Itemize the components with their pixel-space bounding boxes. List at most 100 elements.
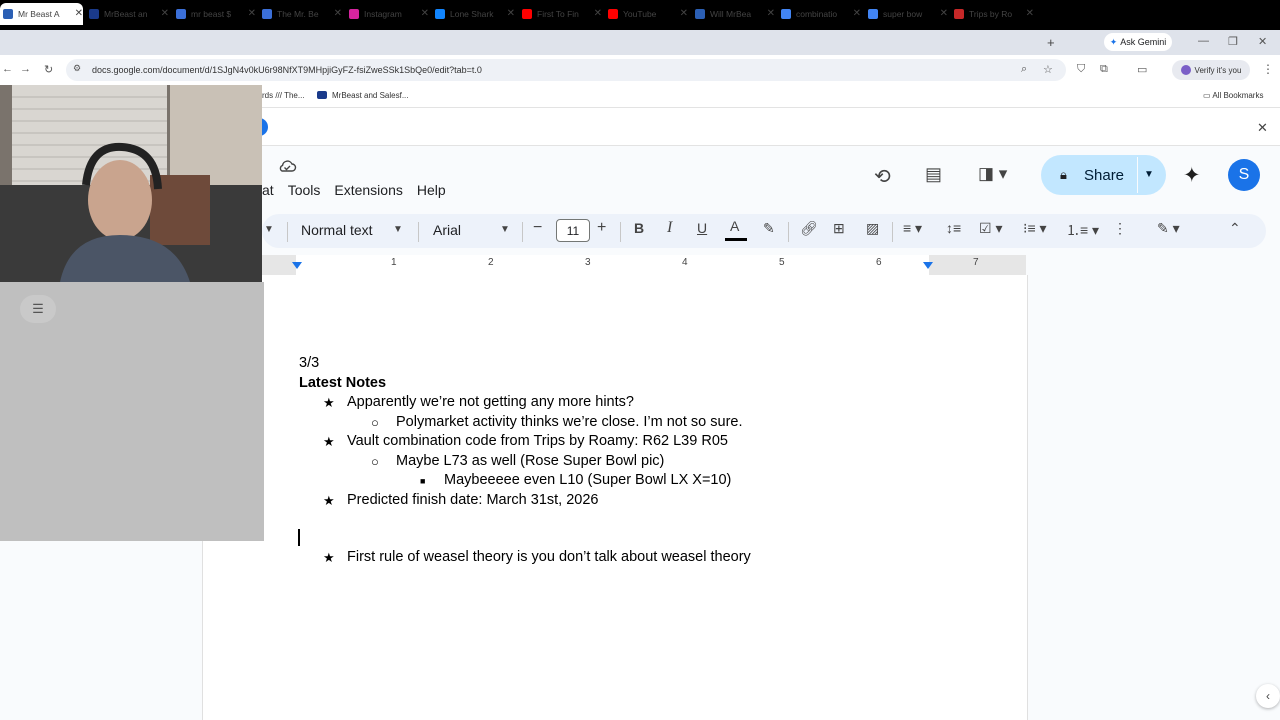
browser-tab[interactable]: MrBeast an ✕ [86,3,169,25]
browser-tab[interactable]: combinatio ✕ [778,3,861,25]
italic-icon[interactable]: I [667,219,672,237]
webcam-overlay [0,85,262,282]
line-spacing-icon[interactable]: ↕≡ [946,220,961,236]
doc-date[interactable]: 3/3 [299,355,319,371]
browser-tab[interactable]: The Mr. Be ✕ [259,3,342,25]
extensions-icon[interactable]: ⧉ [1100,63,1108,76]
close-tab-icon[interactable]: ✕ [853,8,861,19]
ask-gemini-button[interactable]: ✦ Ask Gemini [1104,33,1172,51]
gemini-spark-icon[interactable]: ✦ [1183,163,1201,188]
tab-favicon-icon [435,9,445,19]
insert-image-icon[interactable]: ▨ [866,220,879,237]
bookmark-star-icon[interactable]: ☆ [1043,63,1053,76]
doc-heading[interactable]: Latest Notes [299,375,386,391]
browser-menu-icon[interactable]: ⋮ [1262,62,1274,76]
meet-icon[interactable]: ◨ ▾ [978,164,1007,184]
list-item[interactable]: Predicted finish date: March 31st, 2026 [347,492,598,508]
toolbar-divider [522,222,523,242]
browser-tab[interactable]: mr beast $ ✕ [173,3,256,25]
zoom-icon[interactable]: ⌕ [1021,63,1027,76]
close-tab-icon[interactable]: ✕ [248,8,256,19]
bookmark-item[interactable]: MrBeast and Salesf... [332,91,408,100]
list-item[interactable]: Apparently we’re not getting any more hi… [347,394,634,410]
ruler[interactable] [262,255,1026,276]
browser-tab[interactable]: super bow ✕ [865,3,948,25]
bulleted-list-icon[interactable]: ⁝≡ ▾ [1023,220,1047,237]
document-outline-icon[interactable]: ☰ [20,295,56,323]
new-tab-button[interactable]: + [1047,35,1055,50]
numbered-list-icon[interactable]: ⒈≡ ▾ [1066,220,1099,240]
close-window-icon[interactable]: ✕ [1258,35,1267,48]
browser-tab[interactable]: First To Fin ✕ [519,3,602,25]
close-tab-icon[interactable]: ✕ [421,8,429,19]
side-panel-toggle-icon[interactable]: ‹ [1256,684,1280,708]
close-tab-icon[interactable]: ✕ [161,8,169,19]
underline-icon[interactable]: U [697,220,707,236]
close-tab-icon[interactable]: ✕ [594,8,602,19]
dropdown-caret-icon[interactable]: ▼ [264,224,274,235]
close-tab-icon[interactable]: ✕ [75,8,83,19]
font-select[interactable]: Arial [433,222,461,238]
left-indent-marker[interactable] [292,262,302,269]
paragraph-style-select[interactable]: Normal text [301,222,373,238]
menu-extensions[interactable]: Extensions [334,182,402,198]
list-item[interactable]: Vault combination code from Trips by Roa… [347,433,728,449]
all-bookmarks-button[interactable]: ▭ All Bookmarks [1203,91,1263,100]
browser-tab[interactable]: Mr Beast A ✕ [0,3,83,25]
list-item[interactable]: Maybe L73 as well (Rose Super Bowl pic) [396,453,664,469]
forward-icon[interactable]: → [20,63,31,75]
close-tab-icon[interactable]: ✕ [1026,8,1034,19]
list-item[interactable]: Maybeeeee even L10 (Super Bowl LX X=10) [444,472,731,488]
site-info-icon[interactable]: ⚙ [73,63,81,74]
list-item[interactable]: First rule of weasel theory is you don’t… [347,549,751,565]
font-caret-icon[interactable]: ▼ [500,224,510,235]
comments-icon[interactable]: ▤ [925,164,942,185]
link-icon[interactable]: 🔗︎ [800,220,818,237]
highlight-icon[interactable]: ✎ [763,220,775,237]
right-indent-marker[interactable] [923,262,933,269]
font-size-input[interactable]: 11 [556,219,590,242]
bold-icon[interactable]: B [634,220,644,236]
side-panel-icon[interactable]: ▭ [1137,63,1147,76]
shield-icon[interactable]: ⛉ [1077,63,1085,76]
toolbar-divider [620,222,621,242]
decrease-font-size-icon[interactable]: − [533,219,542,237]
add-comment-icon[interactable]: ⊞ [833,220,845,237]
menu-help[interactable]: Help [417,182,446,198]
reload-icon[interactable]: ↻ [44,63,53,76]
version-history-icon[interactable]: ⟲ [874,164,891,189]
text-color-icon[interactable]: A [730,218,739,234]
minimize-icon[interactable]: — [1198,35,1209,47]
editing-mode-icon[interactable]: ✎ ▾ [1157,220,1180,237]
share-dropdown-icon[interactable]: ▼ [1144,169,1154,180]
more-options-icon[interactable]: ⋮ [1113,220,1127,237]
menu-format[interactable]: at [262,182,274,198]
url-text[interactable]: docs.google.com/document/d/1SJgN4v0kU6r9… [92,65,482,75]
ruler-margin-left [262,255,296,275]
browser-tab[interactable]: Will MrBea ✕ [692,3,775,25]
collapse-menus-icon[interactable]: ⌃ [1229,220,1241,237]
menu-tools[interactable]: Tools [288,182,321,198]
browser-tab[interactable]: Trips by Ro ✕ [951,3,1034,25]
maximize-icon[interactable]: ❐ [1228,35,1238,48]
browser-tab[interactable]: Lone Shark ✕ [432,3,515,25]
increase-font-size-icon[interactable]: + [597,219,606,237]
close-tab-icon[interactable]: ✕ [940,8,948,19]
bookmark-item[interactable]: rds /// The... [262,91,305,100]
close-tab-icon[interactable]: ✕ [767,8,775,19]
browser-tab[interactable]: YouTube ✕ [605,3,688,25]
ask-gemini-label: Ask Gemini [1120,37,1167,47]
account-avatar[interactable]: S [1228,159,1260,191]
list-bullet: ★ [323,434,335,449]
close-tab-icon[interactable]: ✕ [680,8,688,19]
checklist-icon[interactable]: ☑ ▾ [979,220,1002,237]
style-caret-icon[interactable]: ▼ [393,224,403,235]
close-tab-icon[interactable]: ✕ [334,8,342,19]
back-icon[interactable]: ← [2,63,13,75]
close-tab-icon[interactable]: ✕ [507,8,515,19]
list-item[interactable]: Polymarket activity thinks we’re close. … [396,414,743,430]
verify-profile-button[interactable]: Verify it's you [1172,60,1250,80]
browser-tab[interactable]: Instagram ✕ [346,3,429,25]
close-notice-icon[interactable]: ✕ [1257,120,1268,136]
align-icon[interactable]: ≡ ▾ [903,220,922,237]
